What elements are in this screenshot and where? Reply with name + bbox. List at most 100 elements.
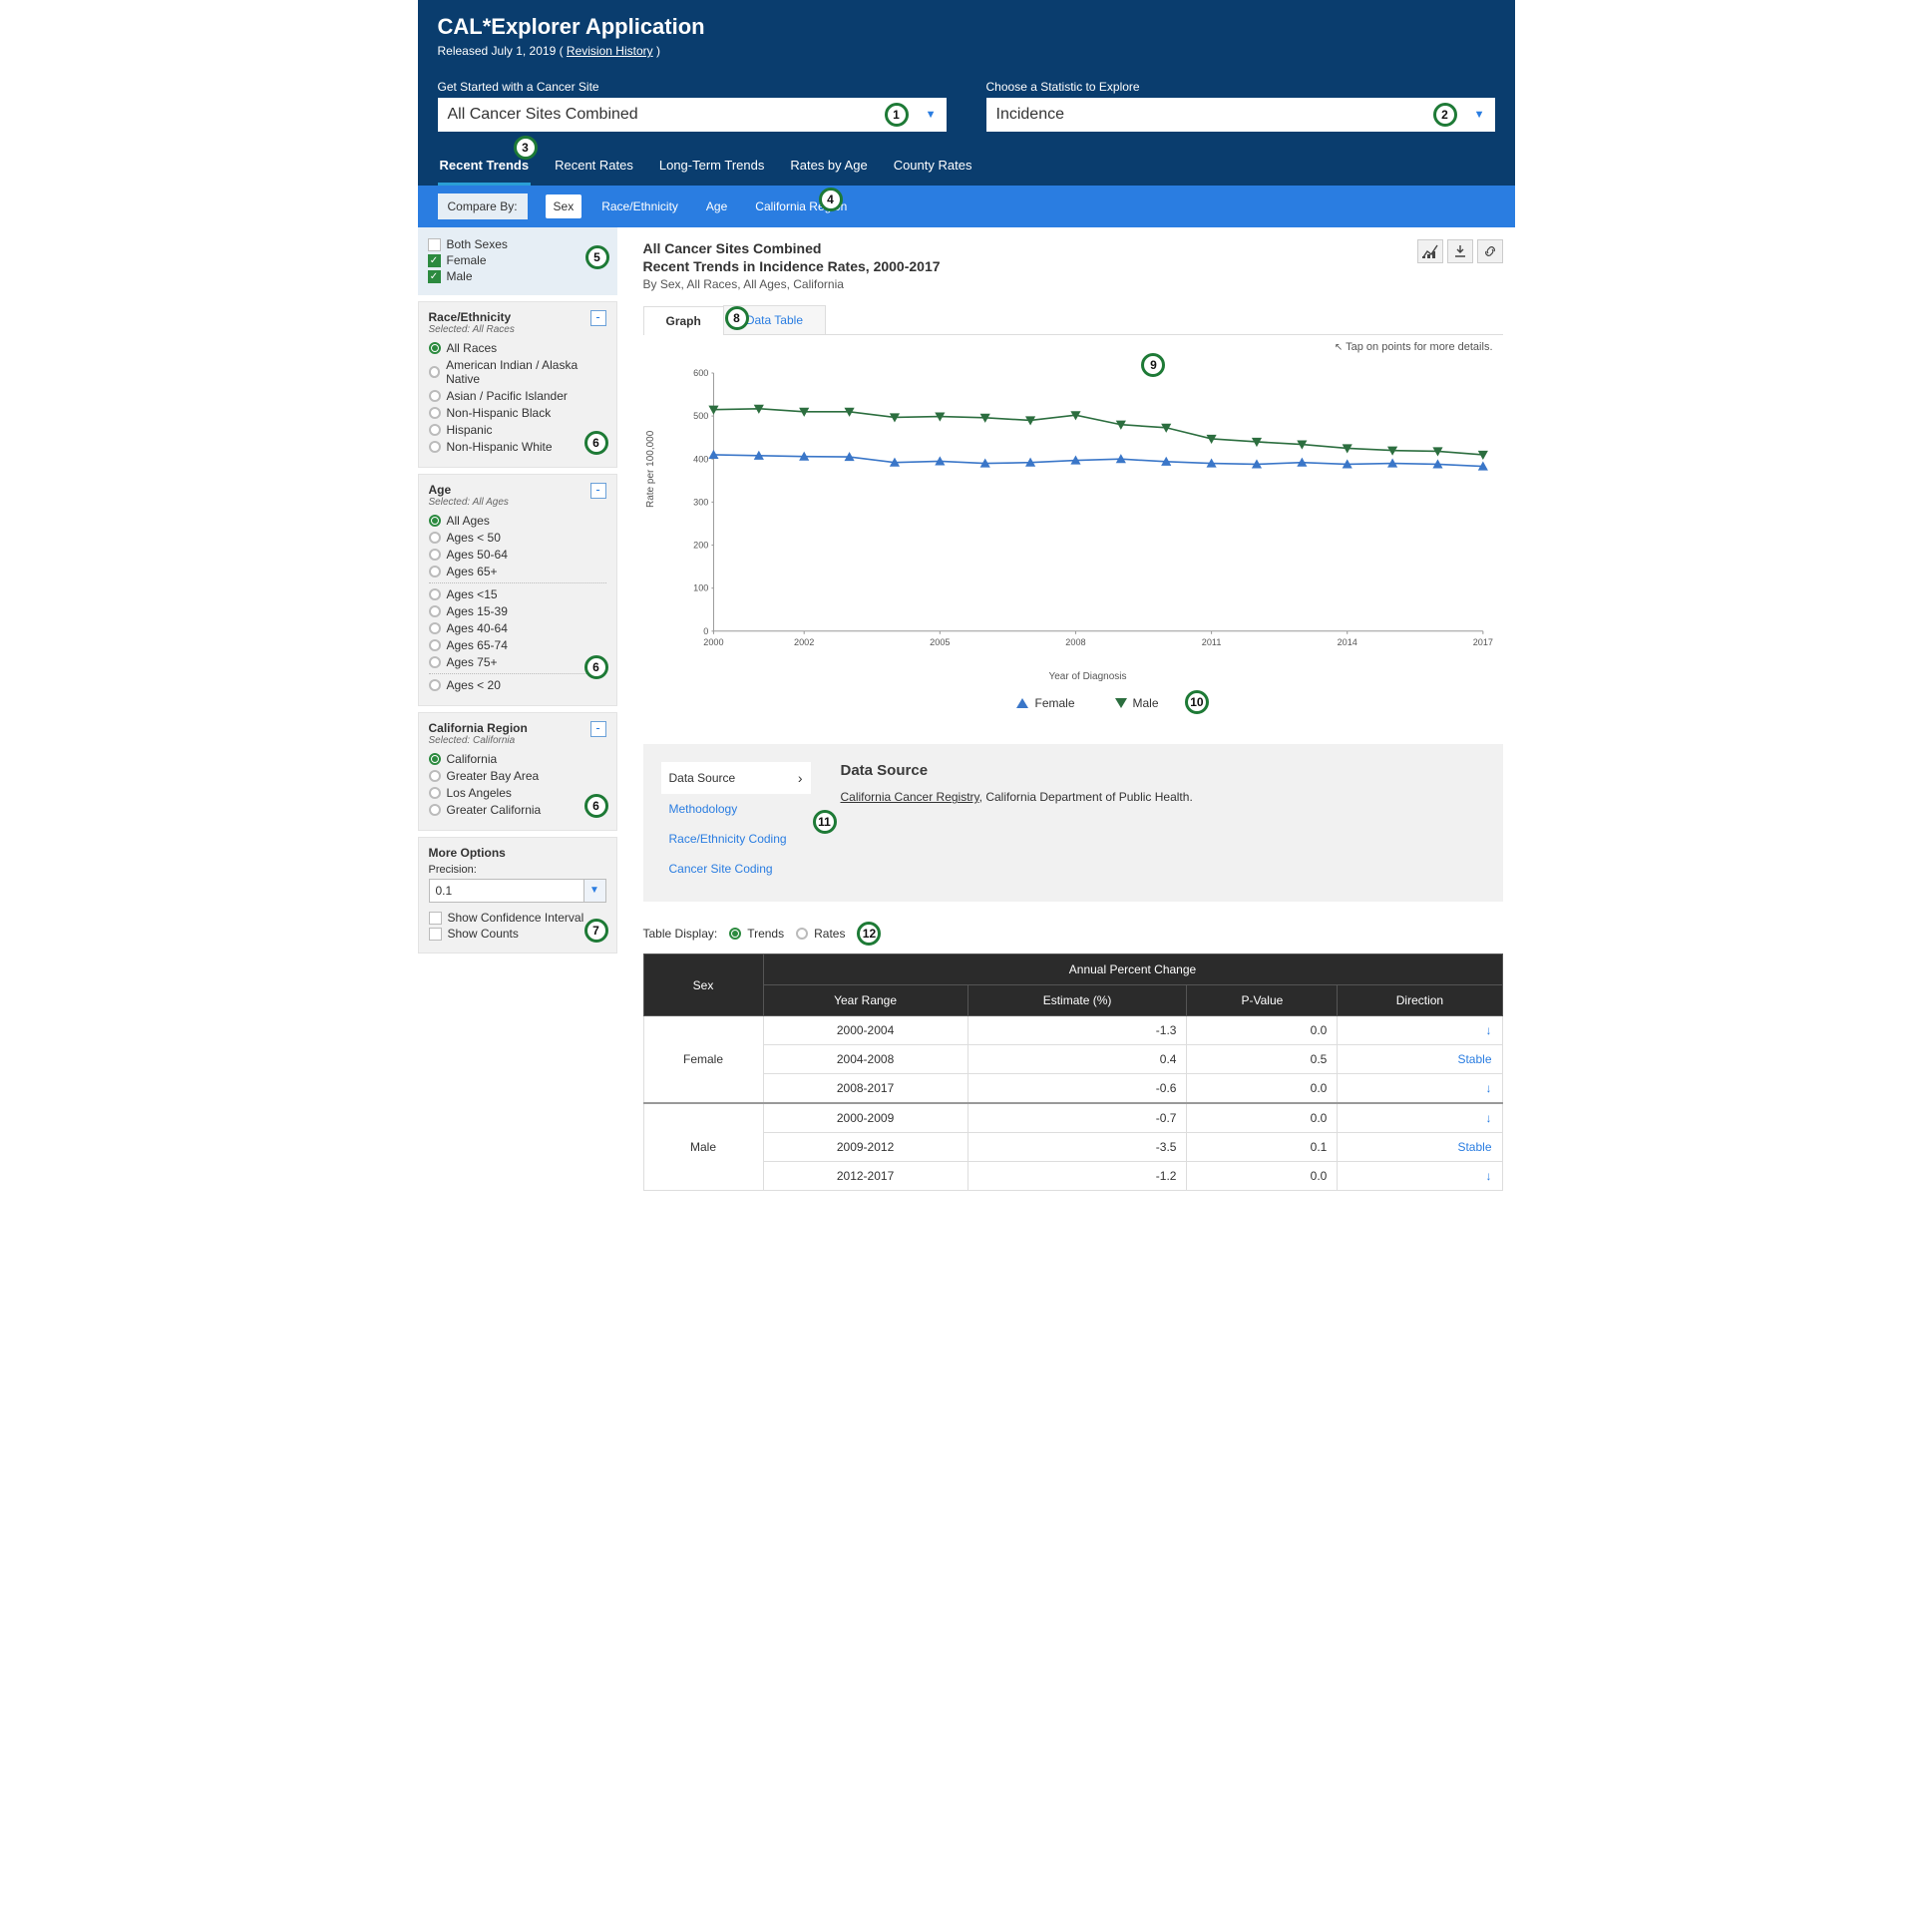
radio-greater-california[interactable] (429, 804, 441, 816)
x-axis-label: Year of Diagnosis (683, 671, 1493, 682)
view-tab-graph[interactable]: Graph (643, 306, 724, 335)
info-nav-data-source[interactable]: Data Source (661, 762, 811, 794)
svg-text:400: 400 (693, 455, 708, 465)
release-suffix: ) (653, 44, 660, 58)
cancer-site-select[interactable]: All Cancer Sites Combined 1 ▼ (438, 98, 947, 132)
download-icon[interactable] (1447, 239, 1473, 263)
sex-checkbox-both-sexes[interactable] (428, 238, 441, 251)
radio-all-races[interactable] (429, 342, 441, 354)
p-cell: 0.0 (1187, 1016, 1338, 1045)
radio-hispanic[interactable] (429, 424, 441, 436)
help-badge-11: 11 (813, 810, 837, 834)
legend-female[interactable]: Female (1016, 696, 1074, 710)
radio-label: Greater Bay Area (447, 769, 540, 783)
trends-radio[interactable] (729, 928, 741, 940)
radio-age[interactable] (429, 679, 441, 691)
range-cell: 2008-2017 (763, 1074, 967, 1104)
cancer-site-label: Get Started with a Cancer Site (438, 80, 947, 94)
show-ci-checkbox[interactable] (429, 912, 442, 925)
collapse-button[interactable]: - (590, 483, 606, 499)
radio-age[interactable] (429, 532, 441, 544)
radio-non-hispanic-white[interactable] (429, 441, 441, 453)
info-nav-methodology[interactable]: Methodology (661, 794, 811, 824)
sex-checkbox-male[interactable]: ✓ (428, 270, 441, 283)
radio-age[interactable] (429, 622, 441, 634)
compare-tab-age[interactable]: Age (698, 194, 735, 218)
sex-checkbox-female[interactable]: ✓ (428, 254, 441, 267)
link-icon[interactable] (1477, 239, 1503, 263)
range-cell: 2012-2017 (763, 1162, 967, 1191)
help-badge-6c: 6 (584, 794, 608, 818)
chart-subtitle: By Sex, All Races, All Ages, California (643, 277, 941, 291)
svg-text:0: 0 (703, 626, 708, 636)
p-cell: 0.0 (1187, 1074, 1338, 1104)
help-badge-6a: 6 (584, 431, 608, 455)
radio-age[interactable] (429, 566, 441, 577)
radio-label: All Ages (447, 514, 490, 528)
range-cell: 2000-2004 (763, 1016, 967, 1045)
legend-male[interactable]: Male (1115, 696, 1159, 710)
info-box: Data SourceMethodologyRace/Ethnicity Cod… (643, 744, 1503, 902)
radio-label: Ages 50-64 (447, 548, 508, 562)
tab-recent-rates[interactable]: Recent Rates (553, 146, 635, 186)
tab-long-term-trends[interactable]: Long-Term Trends (657, 146, 767, 186)
show-counts-checkbox[interactable] (429, 928, 442, 941)
radio-age[interactable] (429, 605, 441, 617)
info-nav-cancer-site-coding[interactable]: Cancer Site Coding (661, 854, 811, 884)
radio-california[interactable] (429, 753, 441, 765)
radio-label: Ages 65-74 (447, 638, 508, 652)
more-options-title: More Options (429, 846, 606, 860)
sex-cell: Female (643, 1016, 763, 1104)
chart-area: ↖ Tap on points for more details. 9 Rate… (643, 335, 1503, 720)
svg-text:2014: 2014 (1337, 637, 1356, 647)
radio-label: Ages <15 (447, 587, 498, 601)
tab-county-rates[interactable]: County Rates (892, 146, 974, 186)
help-badge-8: 8 (725, 306, 749, 330)
revision-history-link[interactable]: Revision History (567, 44, 653, 58)
table-display-label: Table Display: (643, 927, 718, 941)
th-p: P-Value (1187, 985, 1338, 1016)
p-cell: 0.5 (1187, 1045, 1338, 1074)
svg-text:2002: 2002 (794, 637, 814, 647)
info-nav-race-ethnicity-coding[interactable]: Race/Ethnicity Coding (661, 824, 811, 854)
dir-cell: ↓ (1338, 1162, 1502, 1191)
compare-tab-race-ethnicity[interactable]: Race/Ethnicity (593, 194, 686, 218)
statistic-select[interactable]: Incidence 2 ▼ (986, 98, 1495, 132)
release-prefix: Released July 1, 2019 ( (438, 44, 567, 58)
svg-text:2005: 2005 (930, 637, 950, 647)
age-title: Age (429, 483, 509, 497)
tab-rates-by-age[interactable]: Rates by Age (788, 146, 869, 186)
radio-asian-pacific-islander[interactable] (429, 390, 441, 402)
svg-text:2000: 2000 (703, 637, 723, 647)
radio-greater-bay-area[interactable] (429, 770, 441, 782)
show-counts-label: Show Counts (448, 927, 519, 941)
radio-age[interactable] (429, 515, 441, 527)
svg-text:2017: 2017 (1472, 637, 1492, 647)
radio-age[interactable] (429, 549, 441, 561)
chart-options-icon[interactable] (1417, 239, 1443, 263)
radio-label: Los Angeles (447, 786, 512, 800)
radio-american-indian-alaska-native[interactable] (429, 366, 441, 378)
radio-age[interactable] (429, 588, 441, 600)
collapse-button[interactable]: - (590, 721, 606, 737)
race-filter-panel: Race/Ethnicity Selected: All Races - All… (418, 301, 617, 468)
radio-age[interactable] (429, 639, 441, 651)
tap-hint: ↖ Tap on points for more details. (1335, 341, 1493, 353)
radio-los-angeles[interactable] (429, 787, 441, 799)
precision-select[interactable]: 0.1 ▼ (429, 879, 606, 903)
compare-tab-sex[interactable]: Sex (546, 194, 582, 218)
rates-radio[interactable] (796, 928, 808, 940)
radio-age[interactable] (429, 656, 441, 668)
est-cell: -1.3 (967, 1016, 1187, 1045)
caret-down-icon: ▼ (926, 109, 937, 121)
dir-cell: Stable (1338, 1133, 1502, 1162)
chart-svg[interactable]: 0100200300400500600200020022005200820112… (683, 355, 1493, 664)
range-cell: 2004-2008 (763, 1045, 967, 1074)
ccr-link[interactable]: California Cancer Registry (841, 790, 979, 804)
est-cell: 0.4 (967, 1045, 1187, 1074)
collapse-button[interactable]: - (590, 310, 606, 326)
svg-text:500: 500 (693, 412, 708, 422)
dir-cell: Stable (1338, 1045, 1502, 1074)
radio-non-hispanic-black[interactable] (429, 407, 441, 419)
caret-down-icon: ▼ (583, 880, 605, 902)
